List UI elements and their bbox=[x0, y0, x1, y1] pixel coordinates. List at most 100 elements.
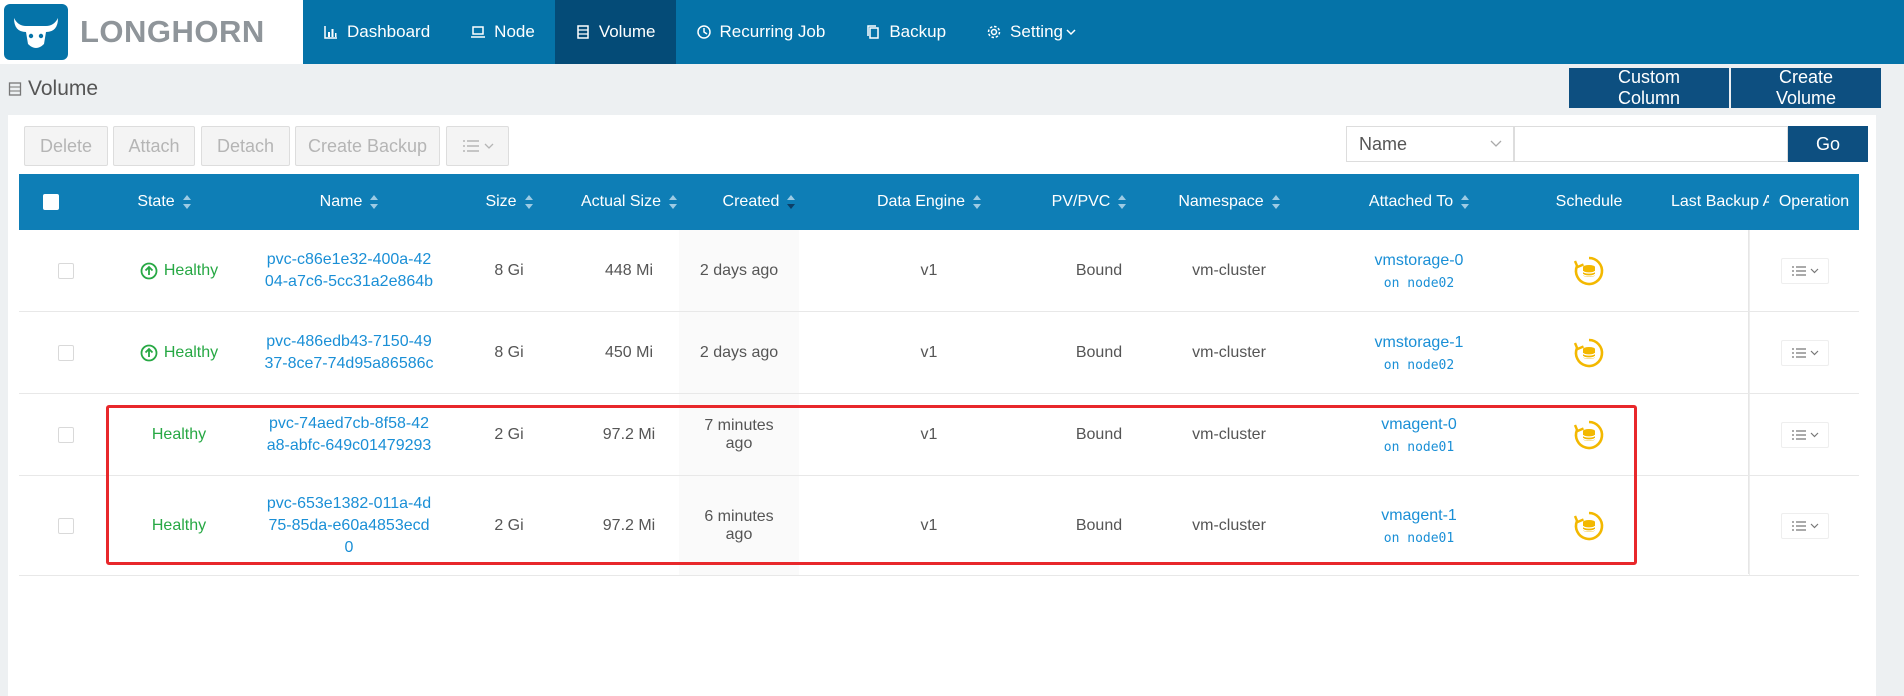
col-data-engine[interactable]: Data Engine bbox=[839, 174, 1019, 230]
nav-backup[interactable]: Backup bbox=[845, 0, 966, 64]
pvc-cell: Bound bbox=[1075, 343, 1123, 361]
created-cell: 2 days ago bbox=[679, 312, 799, 393]
custom-column-button[interactable]: Custom Column bbox=[1569, 67, 1729, 108]
state-healthy: Healthy bbox=[152, 426, 206, 444]
recurring-backup-icon[interactable] bbox=[1573, 337, 1605, 369]
search-input[interactable] bbox=[1514, 126, 1788, 162]
nav-dashboard[interactable]: Dashboard bbox=[303, 0, 450, 64]
col-data-engine-label: Data Engine bbox=[876, 193, 966, 210]
attached-to-cell[interactable]: vmstorage-0 on node02 bbox=[1329, 230, 1509, 311]
row-operation-dropdown[interactable] bbox=[1780, 339, 1829, 366]
attached-workload: vmagent-1 bbox=[1381, 507, 1457, 524]
created-text: 2 days ago bbox=[699, 343, 779, 361]
chevron-down-icon bbox=[1066, 29, 1076, 36]
state-healthy: Healthy bbox=[140, 344, 218, 362]
recurring-backup-icon[interactable] bbox=[1573, 255, 1605, 287]
list-icon bbox=[1791, 347, 1806, 358]
col-pv-pvc-label: PV/PVC bbox=[1051, 193, 1111, 210]
top-navbar: LONGHORN Dashboard Node Volume Recurring… bbox=[0, 0, 1904, 64]
row-operation-dropdown[interactable] bbox=[1780, 421, 1829, 448]
recurring-backup-icon[interactable] bbox=[1573, 510, 1605, 542]
delete-button[interactable]: Delete bbox=[24, 126, 108, 166]
attached-node: on node02 bbox=[1383, 358, 1455, 373]
volume-name-link[interactable]: pvc-486edb43-7150-49 37-8ce7-74d95a86586c bbox=[249, 312, 449, 393]
row-checkbox[interactable] bbox=[58, 517, 74, 534]
sort-icon bbox=[524, 195, 533, 209]
bar-chart-icon bbox=[324, 26, 337, 39]
attached-to-cell[interactable]: vmagent-0 on node01 bbox=[1329, 394, 1509, 475]
pvc-cell: Bound bbox=[1075, 516, 1123, 534]
attached-to-cell[interactable]: vmagent-1 on node01 bbox=[1329, 476, 1509, 575]
attach-button[interactable]: Attach bbox=[113, 126, 195, 166]
volume-name-line: 0 bbox=[344, 538, 354, 556]
col-name-label: Name bbox=[319, 193, 363, 210]
chevron-down-icon bbox=[1810, 432, 1818, 438]
nav-backup-label: Backup bbox=[889, 22, 947, 41]
col-last-backup[interactable]: Last Backup A bbox=[1659, 174, 1769, 230]
sort-icon bbox=[1461, 195, 1470, 209]
copy-icon bbox=[867, 25, 880, 39]
col-state-label: State bbox=[137, 193, 175, 210]
nav-setting[interactable]: Setting bbox=[966, 0, 1097, 64]
row-operation-dropdown[interactable] bbox=[1780, 512, 1829, 539]
created-cell: 7 minutes ago bbox=[679, 394, 799, 475]
sort-icon bbox=[182, 195, 191, 209]
volume-name-link[interactable]: pvc-c86e1e32-400a-42 04-a7c6-5cc31a2e864b bbox=[249, 230, 449, 311]
row-operation-dropdown[interactable] bbox=[1780, 257, 1829, 284]
nav-recurring-job-label: Recurring Job bbox=[719, 22, 826, 41]
row-checkbox[interactable] bbox=[58, 344, 74, 361]
col-size-label: Size bbox=[485, 193, 517, 210]
table-row: Healthy pvc-c86e1e32-400a-42 04-a7c6-5cc3… bbox=[19, 230, 1859, 312]
col-name[interactable]: Name bbox=[259, 174, 439, 230]
sort-icon bbox=[1118, 195, 1127, 209]
created-cell: 6 minutes ago bbox=[679, 476, 799, 575]
col-namespace[interactable]: Namespace bbox=[1149, 174, 1309, 230]
nav-node[interactable]: Node bbox=[450, 0, 555, 64]
select-all-checkbox[interactable] bbox=[43, 194, 59, 210]
col-attached-to[interactable]: Attached To bbox=[1329, 174, 1509, 230]
list-icon bbox=[1791, 265, 1806, 276]
col-actual-size-label: Actual Size bbox=[580, 193, 662, 210]
col-schedule: Schedule bbox=[1519, 174, 1659, 230]
volume-name-link[interactable]: pvc-74aed7cb-8f58-42 a8-abfc-649c01479293 bbox=[249, 394, 449, 475]
database-icon bbox=[577, 25, 589, 39]
recurring-backup-icon[interactable] bbox=[1573, 419, 1605, 451]
table-row: Healthy pvc-486edb43-7150-49 37-8ce7-74d9… bbox=[19, 312, 1859, 394]
table-row: Healthy pvc-74aed7cb-8f58-42 a8-abfc-649c… bbox=[19, 394, 1859, 476]
row-checkbox[interactable] bbox=[58, 262, 74, 279]
attached-node: on node01 bbox=[1383, 440, 1455, 455]
list-icon bbox=[1791, 520, 1806, 531]
bulk-actions-dropdown[interactable] bbox=[446, 126, 509, 166]
attached-workload: vmstorage-0 bbox=[1374, 252, 1464, 269]
col-created-label: Created bbox=[722, 193, 780, 210]
sort-desc-icon bbox=[787, 195, 796, 209]
col-pv-pvc[interactable]: PV/PVC bbox=[1029, 174, 1149, 230]
col-state[interactable]: State bbox=[89, 174, 239, 230]
nav-volume-label: Volume bbox=[598, 22, 656, 41]
attached-workload: vmstorage-1 bbox=[1374, 334, 1464, 351]
list-icon bbox=[1791, 429, 1806, 440]
namespace-cell: vm-cluster bbox=[1192, 343, 1266, 361]
namespace-cell: vm-cluster bbox=[1192, 261, 1266, 279]
col-last-backup-label: Last Backup A bbox=[1671, 193, 1769, 210]
volume-name-line: 75-85da-e60a4853ecd bbox=[268, 516, 430, 534]
create-volume-button[interactable]: Create Volume bbox=[1731, 67, 1881, 108]
col-created[interactable]: Created bbox=[679, 174, 839, 230]
row-checkbox[interactable] bbox=[58, 426, 74, 443]
nav-recurring-job[interactable]: Recurring Job bbox=[676, 0, 846, 64]
state-healthy: Healthy bbox=[140, 262, 218, 280]
created-text: 6 minutes bbox=[704, 507, 774, 525]
volume-name-link[interactable]: pvc-653e1382-011a-4d 75-85da-e60a4853ecd 0 bbox=[249, 476, 449, 575]
detach-button[interactable]: Detach bbox=[201, 126, 290, 166]
go-button[interactable]: Go bbox=[1788, 126, 1868, 162]
nav-volume[interactable]: Volume bbox=[554, 0, 676, 64]
state-label: Healthy bbox=[151, 516, 207, 534]
col-operation: Operation bbox=[1769, 174, 1859, 230]
attached-node: on node01 bbox=[1383, 531, 1455, 546]
filter-field-select[interactable]: Name bbox=[1346, 126, 1514, 162]
brand-logo[interactable]: LONGHORN bbox=[0, 0, 303, 64]
gear-icon bbox=[987, 25, 1001, 39]
attached-to-cell[interactable]: vmstorage-1 on node02 bbox=[1329, 312, 1509, 393]
create-backup-button[interactable]: Create Backup bbox=[295, 126, 440, 166]
table-row: Healthy pvc-653e1382-011a-4d 75-85da-e60a… bbox=[19, 476, 1859, 576]
